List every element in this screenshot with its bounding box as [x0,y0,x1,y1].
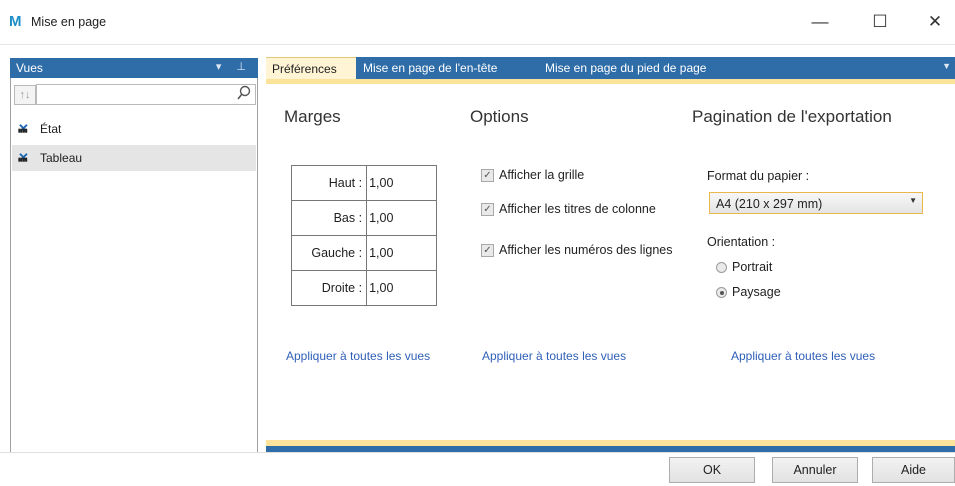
tab-bar: Préférences Mise en page de l'en-tête Mi… [266,57,955,79]
app-logo-icon: M [9,13,22,30]
margin-top-label: Haut : [290,165,368,201]
paper-format-value: A4 (210 x 297 mm) [716,197,823,211]
checkbox-checked-icon[interactable]: ✓ [481,244,494,257]
table-row: Gauche : 1,00 [290,235,437,271]
views-pane-pin-icon[interactable]: ▾ ⊥ [216,60,252,73]
margin-right-label: Droite : [290,270,368,306]
sort-button[interactable]: ↑↓ [14,85,36,105]
tab-header-layout[interactable]: Mise en page de l'en-tête [357,57,539,79]
checkbox-checked-icon[interactable]: ✓ [481,203,494,216]
table-row: Bas : 1,00 [290,200,437,236]
list-item-label: État [40,122,62,136]
views-pane-title: Vues [16,61,43,75]
maximize-button[interactable]: ☐ [857,8,903,36]
show-column-titles-checkbox[interactable]: ✓ Afficher les titres de colonne [481,202,659,217]
table-row: Haut : 1,00 [290,165,437,201]
tab-menu-chevron-icon[interactable]: ▼ [942,61,951,71]
orientation-label: Orientation : [707,235,776,249]
landscape-label: Paysage [732,285,781,299]
margin-bottom-input[interactable]: 1,00 [366,200,437,236]
margins-title: Marges [284,107,341,126]
margin-left-input[interactable]: 1,00 [366,235,437,271]
views-search-input[interactable] [36,84,256,105]
title-bar: M Mise en page — ☐ ✕ [0,0,955,45]
tab-preferences[interactable]: Préférences [266,57,356,79]
margin-right-input[interactable]: 1,00 [366,270,437,306]
tab-footer-layout[interactable]: Mise en page du pied de page [539,57,759,79]
radio-unselected-icon[interactable] [716,261,727,273]
show-grid-checkbox[interactable]: ✓ Afficher la grille [481,168,585,183]
table-view-icon: ✕ ▮▮▮▮ [18,150,29,165]
portrait-label: Portrait [732,260,773,274]
list-item-label: Tableau [40,151,83,165]
options-apply-all-link[interactable]: Appliquer à toutes les vues [482,349,626,363]
ok-button[interactable]: OK [669,457,755,483]
cancel-button[interactable]: Annuler [772,457,858,483]
list-item-etat[interactable]: ✕ ▮▮▮▮ État [12,116,256,142]
dropdown-arrow-icon[interactable]: ▼ [909,196,917,205]
list-item-tableau[interactable]: ✕ ▮▮▮▮ Tableau [12,145,256,171]
export-apply-all-link[interactable]: Appliquer à toutes les vues [731,349,875,363]
table-row: Droite : 1,00 [290,270,437,306]
checkbox-checked-icon[interactable]: ✓ [481,169,494,182]
options-title: Options [470,107,529,126]
margin-top-input[interactable]: 1,00 [366,165,437,201]
paper-format-label: Format du papier : [707,169,810,183]
minimize-button[interactable]: — [797,8,843,36]
paper-format-select[interactable]: A4 (210 x 297 mm) ▼ [709,192,923,214]
show-column-titles-label: Afficher les titres de colonne [499,202,656,216]
orientation-landscape-radio[interactable]: Paysage [716,285,781,299]
views-pane-header: Vues ▾ ⊥ [10,58,258,78]
radio-selected-icon[interactable] [716,286,727,298]
help-button[interactable]: Aide [872,457,955,483]
margin-bottom-label: Bas : [290,200,368,236]
margin-left-label: Gauche : [290,235,368,271]
search-icon[interactable] [237,85,251,104]
show-row-numbers-label: Afficher les numéros des lignes [499,243,673,257]
close-button[interactable]: ✕ [912,8,955,36]
window-title: Mise en page [31,15,107,29]
show-row-numbers-checkbox[interactable]: ✓ Afficher les numéros des lignes [481,243,689,258]
orientation-portrait-radio[interactable]: Portrait [716,260,772,274]
report-view-icon: ✕ ▮▮▮▮ [18,121,29,136]
margins-table: Haut : 1,00 Bas : 1,00 Gauche : 1,00 Dro… [290,165,437,306]
export-title: Pagination de l'exportation [692,107,892,126]
margins-apply-all-link[interactable]: Appliquer à toutes les vues [286,349,430,363]
show-grid-label: Afficher la grille [499,168,585,182]
